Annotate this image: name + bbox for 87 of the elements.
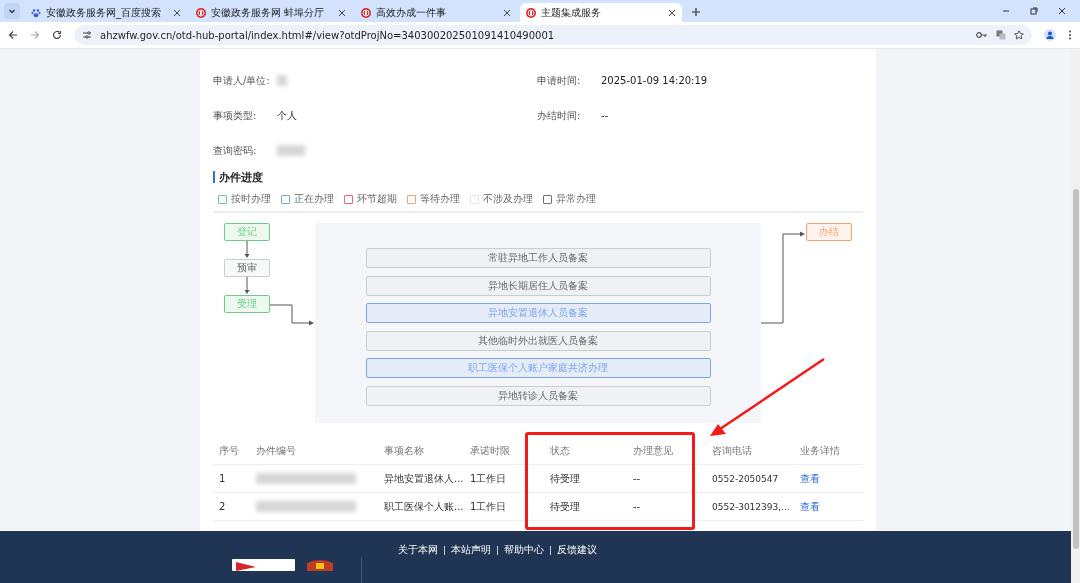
- table-cell-text: 0552-2050547: [712, 473, 780, 484]
- close-icon[interactable]: [503, 8, 511, 17]
- flow-step: 预审: [224, 259, 270, 277]
- profile-icon[interactable]: [1044, 29, 1056, 41]
- legend-label: 等待办理: [420, 192, 460, 206]
- table-cell-text: --: [633, 501, 642, 512]
- flow-step: 办结: [806, 223, 852, 241]
- view-link[interactable]: 查看: [800, 471, 863, 486]
- close-icon[interactable]: [173, 8, 181, 17]
- close-icon[interactable]: [668, 8, 676, 17]
- column-header: 承诺时限: [470, 443, 511, 458]
- caret-icon: [8, 8, 16, 14]
- field-label: 查询密码:: [213, 143, 258, 158]
- legend-label: 异常办理: [556, 192, 596, 206]
- table-cell-text: 待受理: [550, 499, 581, 514]
- table-cell-text: 异地安置退休人...: [384, 471, 465, 486]
- close-icon[interactable]: [338, 8, 346, 17]
- field-value: 个人: [277, 108, 297, 123]
- table-cell-text: 1工作日: [470, 499, 508, 514]
- emblem-icon: [196, 7, 206, 18]
- restore-icon[interactable]: [1030, 7, 1038, 15]
- reload-icon[interactable]: [52, 30, 62, 40]
- emblem-icon: [526, 7, 536, 18]
- field-value: --: [601, 110, 609, 121]
- column-header: 业务详情: [800, 443, 841, 458]
- flow-step: 登记: [224, 223, 270, 241]
- flow-item: 其他临时外出就医人员备案: [365, 330, 711, 351]
- footer-link[interactable]: 帮助中心: [504, 543, 544, 557]
- emblem-icon: [361, 7, 371, 18]
- scrollbar[interactable]: [1071, 49, 1080, 583]
- flow-item: 常驻异地工作人员备案: [365, 248, 711, 268]
- legend-label: 按时办理: [231, 192, 271, 206]
- flow-arrow: [270, 304, 315, 326]
- legend-label: 不涉及办理: [483, 192, 533, 206]
- field-label: 申请人/单位:: [213, 73, 271, 88]
- table-cell-text: 0552-3012393,...: [712, 501, 791, 512]
- view-link[interactable]: 查看: [800, 499, 863, 514]
- table-cell-text: 1工作日: [470, 471, 508, 486]
- flow-arrow: [243, 241, 251, 259]
- back-icon[interactable]: [8, 30, 18, 40]
- tab-title: 主题集成服务: [541, 5, 601, 20]
- browser-tab[interactable]: 主题集成服务: [520, 3, 682, 22]
- footer-link[interactable]: 关于本网: [398, 543, 438, 557]
- table-cell-text: 职工医保个人账...: [384, 499, 465, 514]
- site-settings-icon[interactable]: [82, 30, 92, 40]
- field-value: 2025-01-09 14:20:19: [601, 75, 708, 86]
- flow-item: 异地安置退休人员备案: [365, 303, 711, 323]
- flow-item: 异地转诊人员备案: [365, 385, 711, 406]
- translate-icon[interactable]: [996, 30, 1006, 40]
- key-icon[interactable]: [976, 31, 988, 39]
- column-header: 办件编号: [256, 443, 297, 458]
- minimize-icon[interactable]: [1002, 7, 1010, 15]
- flow-item: 职工医保个人账户家庭共济办理: [365, 358, 711, 378]
- logo-drawing: [232, 559, 295, 571]
- tab-title: 高效办成一件事: [376, 5, 446, 20]
- column-header: 序号: [219, 443, 240, 458]
- table-cell-text: 1: [219, 473, 227, 484]
- legend-label: 环节超期: [357, 192, 397, 206]
- tab-title: 安徽政务服务网_百度搜索: [46, 5, 161, 20]
- star-icon[interactable]: [1014, 30, 1024, 40]
- flow-arrow: [243, 277, 251, 295]
- field-label: 事项类型:: [213, 108, 258, 123]
- table-cell-text: 待受理: [550, 471, 581, 486]
- column-header: 事项名称: [384, 443, 425, 458]
- column-header: 状态: [550, 443, 571, 458]
- tab-list-button[interactable]: [4, 3, 20, 19]
- browser-tab[interactable]: 安徽政务服务网_百度搜索: [25, 3, 187, 22]
- field-label: 办结时间:: [537, 108, 582, 123]
- column-header: 办理意见: [633, 443, 674, 458]
- table-cell-text: 2: [219, 501, 227, 512]
- field-label: 申请时间:: [537, 73, 582, 88]
- flow-item: 异地长期居住人员备案: [365, 275, 711, 296]
- footer-link[interactable]: 本站声明: [451, 543, 491, 557]
- flow-step: 受理: [224, 295, 270, 313]
- tab-title: 安徽政务服务网 蚌埠分厅: [211, 5, 325, 20]
- legend-label: 正在办理: [294, 192, 334, 206]
- footer-link[interactable]: 反馈建议: [557, 543, 597, 557]
- menu-icon[interactable]: [1068, 30, 1072, 40]
- new-tab-icon[interactable]: [691, 7, 701, 17]
- section-title: 办件进度: [213, 171, 863, 183]
- close-icon[interactable]: [1058, 7, 1066, 15]
- paw-icon: [31, 7, 41, 18]
- emblem-drawing: [307, 559, 333, 571]
- column-header: 咨询电话: [712, 443, 753, 458]
- browser-tab[interactable]: 高效办成一件事: [355, 3, 517, 22]
- browser-tab[interactable]: 安徽政务服务网 蚌埠分厅: [190, 3, 352, 22]
- table-cell-text: --: [633, 473, 642, 484]
